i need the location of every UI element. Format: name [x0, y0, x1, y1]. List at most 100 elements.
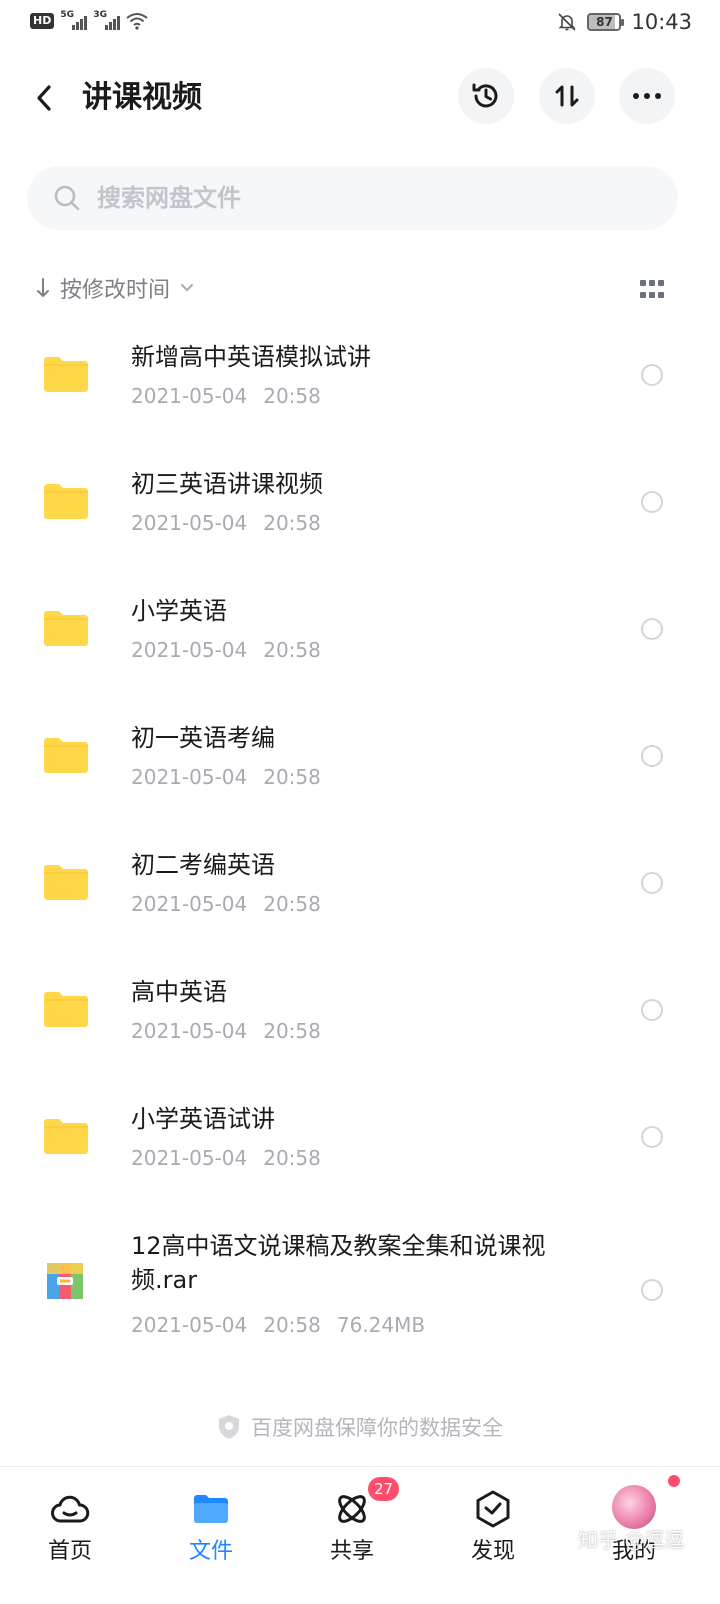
nav-label: 发现 [470, 1539, 515, 1564]
nav-item-home[interactable]: 首页 [20, 1467, 120, 1567]
back-button[interactable] [26, 78, 62, 118]
arrow-down-icon [37, 278, 49, 297]
file-date: 2021-05-04 [131, 1019, 248, 1043]
file-row-2[interactable]: 小学英语 2021-05-04 20:58 [0, 582, 720, 709]
file-name: 初一英语考编 [131, 724, 275, 752]
select-radio[interactable] [641, 999, 663, 1021]
select-radio[interactable] [641, 872, 663, 894]
file-time: 20:58 [263, 638, 321, 662]
file-meta: 2021-05-04 20:58 [131, 1017, 321, 1045]
bottom-nav: 首页 文件 27 共享 发现 我的 [0, 1466, 720, 1604]
file-time: 20:58 [263, 765, 321, 789]
cloud-icon [51, 1495, 90, 1523]
file-name: 高中英语 [131, 978, 227, 1006]
file-meta: 2021-05-04 20:58 [131, 382, 321, 410]
file-row-7[interactable]: 12高中语文说课稿及教案全集和说课视频.rar 2021-05-04 20:58… [0, 1217, 720, 1387]
sort-order-toggle[interactable]: 按修改时间 [36, 272, 194, 304]
search-input[interactable] [97, 184, 617, 212]
sort-button[interactable] [539, 68, 595, 124]
bell-muted-icon [558, 13, 577, 31]
search-bar[interactable] [27, 166, 678, 230]
discover-icon [476, 1490, 510, 1528]
folder-icon [44, 865, 88, 900]
file-name: 小学英语 [131, 597, 227, 625]
sim2-network-label: 3G [93, 10, 107, 20]
status-right: 87 10:43 [557, 10, 692, 34]
folder-icon [44, 484, 88, 519]
battery-indicator: 87 [587, 13, 625, 31]
file-meta: 2021-05-04 20:58 [131, 763, 321, 791]
file-time: 20:58 [263, 1019, 321, 1043]
signal-sim1-icon: 5G [60, 10, 88, 30]
file-name: 初三英语讲课视频 [131, 470, 323, 498]
file-meta: 2021-05-04 20:58 76.24MB [131, 1311, 425, 1339]
nav-label: 我的 [611, 1539, 656, 1564]
folder-icon [44, 992, 88, 1027]
hd-badge: HD [30, 13, 55, 29]
select-radio[interactable] [641, 618, 663, 640]
rar-archive-icon [47, 1263, 83, 1299]
history-icon [472, 83, 498, 108]
wifi-icon [126, 13, 148, 30]
nav-label: 共享 [329, 1539, 374, 1564]
avatar [612, 1485, 656, 1529]
file-name: 小学英语试讲 [131, 1105, 275, 1133]
file-row-4[interactable]: 初二考编英语 2021-05-04 20:58 [0, 836, 720, 963]
file-time: 20:58 [263, 1313, 321, 1337]
security-note: 百度网盘保障你的数据安全 [0, 1412, 720, 1442]
status-left: HD 5G 3G [30, 10, 148, 30]
header: 讲课视频 [0, 60, 720, 136]
select-radio[interactable] [641, 491, 663, 513]
grid-view-toggle[interactable] [640, 280, 666, 300]
file-name: 新增高中英语模拟试讲 [131, 343, 371, 371]
file-row-6[interactable]: 小学英语试讲 2021-05-04 20:58 [0, 1090, 720, 1217]
nav-item-files[interactable]: 文件 [161, 1467, 261, 1567]
file-date: 2021-05-04 [131, 892, 248, 916]
file-size: 76.24MB [336, 1313, 426, 1337]
folder-icon [44, 1119, 88, 1154]
sort-label: 按修改时间 [60, 278, 171, 303]
select-radio[interactable] [641, 1126, 663, 1148]
chevron-down-icon [181, 284, 194, 291]
file-time: 20:58 [263, 511, 321, 535]
sim1-network-label: 5G [60, 10, 74, 20]
file-name: 初二考编英语 [131, 851, 275, 879]
file-time: 20:58 [263, 892, 321, 916]
status-bar: HD 5G 3G 87 10:43 [0, 0, 720, 46]
select-radio[interactable] [641, 745, 663, 767]
select-radio[interactable] [641, 364, 663, 386]
file-time: 20:58 [263, 384, 321, 408]
file-meta: 2021-05-04 20:58 [131, 636, 321, 664]
file-date: 2021-05-04 [131, 511, 248, 535]
folder-icon [44, 738, 88, 773]
nav-label: 文件 [188, 1539, 233, 1564]
file-date: 2021-05-04 [131, 1146, 248, 1170]
nav-item-share[interactable]: 27 共享 [302, 1467, 402, 1567]
nav-item-me[interactable]: 我的 [584, 1467, 684, 1567]
search-icon [54, 185, 80, 211]
select-radio[interactable] [641, 1279, 663, 1301]
file-date: 2021-05-04 [131, 384, 248, 408]
file-meta: 2021-05-04 20:58 [131, 1144, 321, 1172]
file-name: 12高中语文说课稿及教案全集和说课视频.rar [131, 1232, 546, 1294]
nav-item-discover[interactable]: 发现 [443, 1467, 543, 1567]
history-button[interactable] [458, 68, 514, 124]
more-button[interactable] [619, 68, 675, 124]
file-row-3[interactable]: 初一英语考编 2021-05-04 20:58 [0, 709, 720, 836]
sort-icon [555, 85, 579, 107]
more-icon [633, 93, 661, 99]
sort-bar: 按修改时间 [0, 268, 720, 312]
file-date: 2021-05-04 [131, 1313, 248, 1337]
file-row-1[interactable]: 初三英语讲课视频 2021-05-04 20:58 [0, 455, 720, 582]
nav-label: 首页 [47, 1539, 92, 1564]
file-meta: 2021-05-04 20:58 [131, 509, 321, 537]
page-title: 讲课视频 [82, 80, 202, 115]
status-time: 10:43 [631, 10, 692, 34]
file-row-5[interactable]: 高中英语 2021-05-04 20:58 [0, 963, 720, 1090]
notification-dot [668, 1475, 680, 1487]
file-date: 2021-05-04 [131, 765, 248, 789]
file-row-0[interactable]: 新增高中英语模拟试讲 2021-05-04 20:58 [0, 328, 720, 455]
folder-icon [44, 357, 88, 392]
signal-sim2-icon: 3G [93, 10, 121, 30]
share-badge: 27 [368, 1477, 400, 1501]
